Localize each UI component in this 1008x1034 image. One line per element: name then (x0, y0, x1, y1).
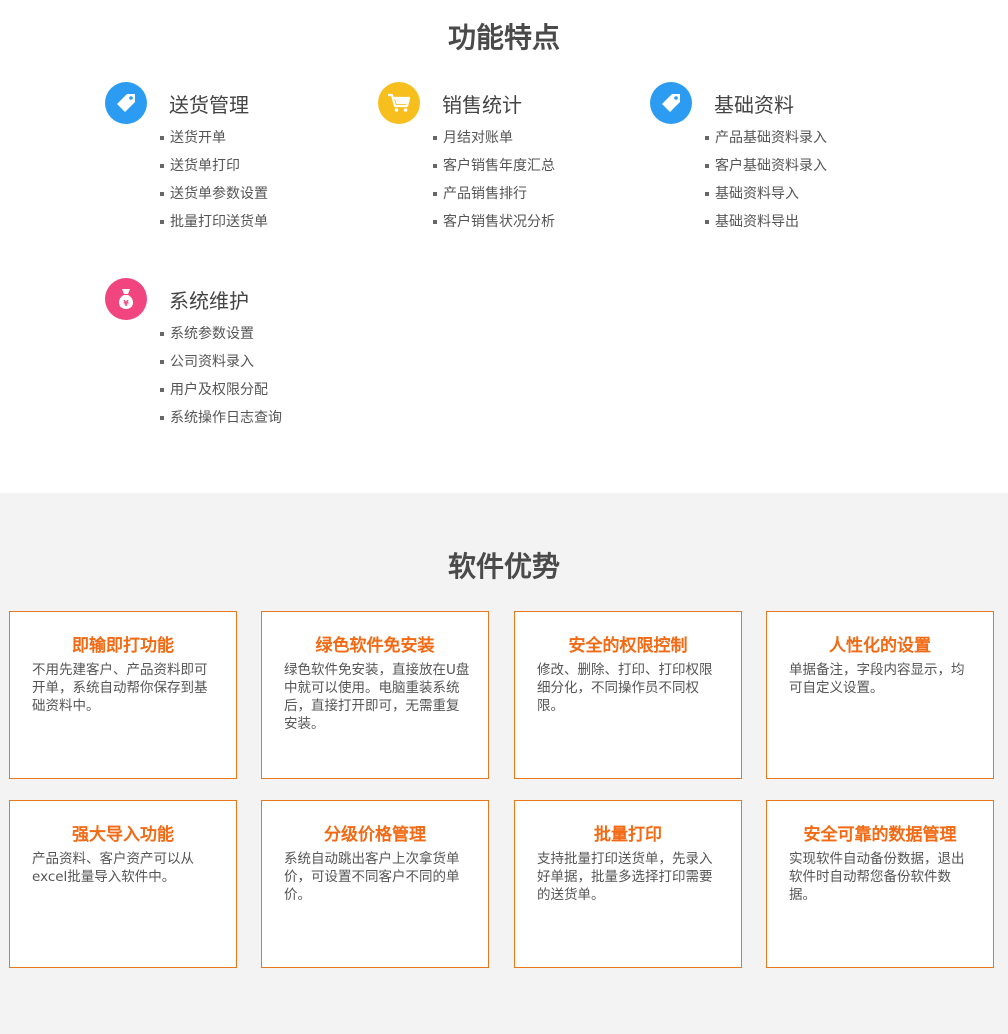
money-bag-icon: ¥ (105, 278, 147, 320)
tag-icon (105, 82, 147, 124)
advantage-card-title: 批量打印 (594, 825, 662, 845)
features-section: 功能特点 送货管理 送货开单 送货单打印 送货单参数设置 批量打印送货单 销售统… (0, 0, 1008, 493)
advantage-card-text: 修改、删除、打印、打印权限细分化，不同操作员不同权限。 (537, 662, 713, 714)
tag-icon (650, 82, 692, 124)
feature-group-basic-data: 基础资料 产品基础资料录入 客户基础资料录入 基础资料导入 基础资料导出 (650, 82, 910, 230)
feature-item: 送货单参数设置 (160, 180, 268, 208)
feature-item: 送货开单 (160, 124, 268, 152)
feature-item: 产品销售排行 (433, 180, 555, 208)
feature-item: 基础资料导入 (705, 180, 827, 208)
advantage-card-text: 单据备注，字段内容显示，均可自定义设置。 (789, 662, 965, 696)
feature-item: 批量打印送货单 (160, 208, 268, 236)
advantage-card-title: 分级价格管理 (324, 825, 426, 845)
advantage-card: 即输即打功能 不用先建客户、产品资料即可开单，系统自动帮你保存到基础资料中。 (9, 611, 237, 779)
feature-group-delivery: 送货管理 送货开单 送货单打印 送货单参数设置 批量打印送货单 (105, 82, 365, 230)
feature-group-sales: 销售统计 月结对账单 客户销售年度汇总 产品销售排行 客户销售状况分析 (378, 82, 638, 230)
advantage-card: 批量打印 支持批量打印送货单，先录入好单据，批量多选择打印需要的送货单。 (514, 800, 742, 968)
advantage-card-text: 绿色软件免安装，直接放在U盘中就可以使用。电脑重装系统后，直接打开即可，无需重复… (284, 662, 470, 732)
advantage-card-title: 人性化的设置 (829, 636, 931, 656)
feature-item: 产品基础资料录入 (705, 124, 827, 152)
advantage-card-title: 安全的权限控制 (568, 636, 688, 656)
advantage-card: 安全可靠的数据管理 实现软件自动备份数据，退出软件时自动帮您备份软件数据。 (766, 800, 994, 968)
feature-item: 客户销售年度汇总 (433, 152, 555, 180)
feature-group-system: ¥ 系统维护 系统参数设置 公司资料录入 用户及权限分配 系统操作日志查询 (105, 278, 365, 426)
advantage-card: 人性化的设置 单据备注，字段内容显示，均可自定义设置。 (766, 611, 994, 779)
feature-item: 系统操作日志查询 (160, 404, 282, 432)
feature-group-name: 送货管理 (169, 93, 249, 117)
feature-item: 系统参数设置 (160, 320, 282, 348)
advantage-card-title: 即输即打功能 (72, 636, 174, 656)
advantages-title: 软件优势 (447, 550, 560, 583)
advantage-card: 分级价格管理 系统自动跳出客户上次拿货单价，可设置不同客户不同的单价。 (261, 800, 489, 968)
feature-item: 送货单打印 (160, 152, 268, 180)
feature-group-name: 销售统计 (442, 93, 522, 117)
features-title: 功能特点 (447, 21, 560, 54)
feature-item: 基础资料导出 (705, 208, 827, 236)
advantages-section: 软件优势 即输即打功能 不用先建客户、产品资料即可开单，系统自动帮你保存到基础资… (0, 493, 1008, 1034)
feature-item: 客户销售状况分析 (433, 208, 555, 236)
feature-group-name: 基础资料 (714, 93, 794, 117)
feature-item: 公司资料录入 (160, 348, 282, 376)
advantage-card: 绿色软件免安装 绿色软件免安装，直接放在U盘中就可以使用。电脑重装系统后，直接打… (261, 611, 489, 779)
svg-text:¥: ¥ (123, 299, 129, 308)
advantage-card: 安全的权限控制 修改、删除、打印、打印权限细分化，不同操作员不同权限。 (514, 611, 742, 779)
shopping-cart-icon (378, 82, 420, 124)
advantage-card-text: 系统自动跳出客户上次拿货单价，可设置不同客户不同的单价。 (284, 851, 460, 903)
feature-item: 客户基础资料录入 (705, 152, 827, 180)
feature-group-name: 系统维护 (169, 289, 249, 313)
feature-item: 月结对账单 (433, 124, 555, 152)
feature-item: 用户及权限分配 (160, 376, 282, 404)
advantage-card-title: 强大导入功能 (72, 825, 174, 845)
advantage-card-text: 产品资料、客户资产可以从excel批量导入软件中。 (32, 851, 194, 885)
advantage-card-title: 绿色软件免安装 (315, 636, 435, 656)
advantage-card-text: 支持批量打印送货单，先录入好单据，批量多选择打印需要的送货单。 (537, 851, 713, 903)
advantage-card: 强大导入功能 产品资料、客户资产可以从excel批量导入软件中。 (9, 800, 237, 968)
advantage-card-text: 实现软件自动备份数据，退出软件时自动帮您备份软件数据。 (789, 851, 965, 903)
advantage-card-text: 不用先建客户、产品资料即可开单，系统自动帮你保存到基础资料中。 (32, 662, 208, 714)
advantage-card-title: 安全可靠的数据管理 (803, 825, 957, 845)
